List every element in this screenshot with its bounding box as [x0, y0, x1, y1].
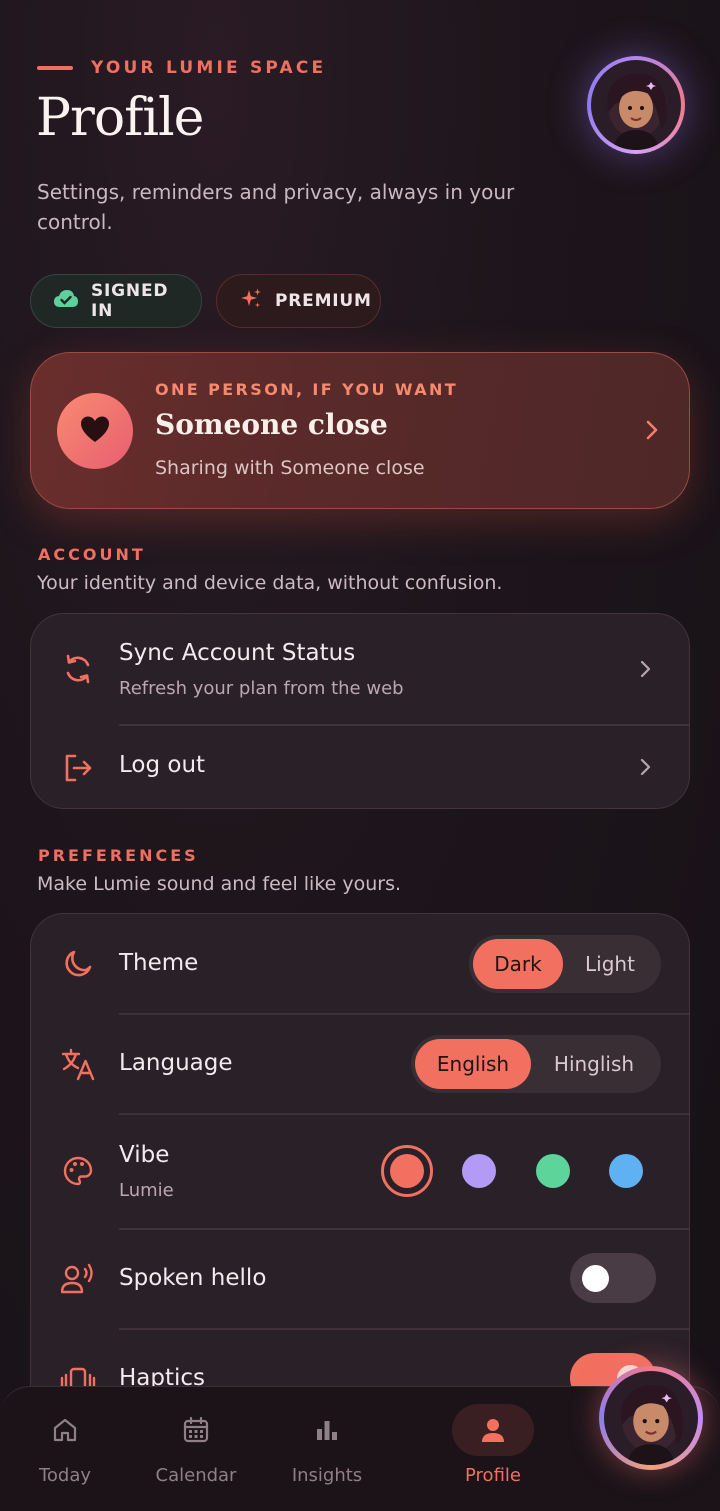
logout-icon — [59, 749, 97, 787]
signed-in-badge: SIGNED IN — [30, 274, 202, 328]
preferences-section-description: Make Lumie sound and feel like yours. — [37, 873, 402, 895]
preferences-card: Theme Dark Light Language English Hingli… — [30, 913, 690, 1433]
theme-label: Theme — [119, 950, 199, 976]
sync-account-row[interactable]: Sync Account Status Refresh your plan fr… — [31, 614, 689, 724]
tab-calendar[interactable]: Calendar — [146, 1387, 246, 1511]
logout-label: Log out — [119, 752, 206, 778]
preferences-section-label: PREFERENCES — [38, 846, 199, 865]
avatar-illustration — [604, 1371, 698, 1465]
chevron-right-icon — [645, 419, 659, 445]
status-badges: SIGNED IN PREMIUM — [30, 274, 381, 328]
heart-avatar — [57, 393, 133, 469]
bar-chart-icon — [312, 1415, 342, 1445]
theme-option-light[interactable]: Light — [563, 939, 657, 989]
toggle-knob — [582, 1265, 609, 1292]
spoken-hello-label: Spoken hello — [119, 1265, 267, 1291]
person-icon — [478, 1415, 508, 1445]
sync-account-label: Sync Account Status — [119, 640, 356, 666]
vibe-value: Lumie — [119, 1180, 174, 1201]
theme-option-dark[interactable]: Dark — [473, 939, 563, 989]
heart-icon — [80, 415, 110, 447]
palette-icon — [59, 1152, 97, 1190]
logout-row[interactable]: Log out — [31, 725, 689, 808]
sync-icon — [59, 650, 97, 688]
vibe-swatch-lavender[interactable] — [462, 1154, 496, 1188]
app-screen: YOUR LUMIE SPACE Profile Settings, remin… — [0, 0, 720, 1511]
someone-close-card[interactable]: ONE PERSON, IF YOU WANT Someone close Sh… — [30, 352, 690, 509]
eyebrow-dash — [37, 66, 73, 70]
vibe-swatch-coral[interactable] — [381, 1145, 433, 1197]
sync-account-sub: Refresh your plan from the web — [119, 678, 404, 699]
spoken-hello-toggle[interactable] — [570, 1253, 656, 1303]
page-title: Profile — [36, 88, 204, 148]
tab-profile[interactable]: Profile — [451, 1387, 535, 1511]
theme-row: Theme Dark Light — [31, 914, 689, 1014]
avatar-illustration — [591, 60, 681, 150]
someone-close-eyebrow: ONE PERSON, IF YOU WANT — [155, 380, 459, 399]
signed-in-label: SIGNED IN — [91, 281, 169, 321]
chevron-right-icon — [639, 660, 651, 682]
page-subtitle: Settings, reminders and privacy, always … — [37, 180, 515, 234]
tab-label: Today — [38, 1465, 92, 1486]
language-option-english[interactable]: English — [415, 1039, 531, 1089]
tab-insights[interactable]: Insights — [280, 1387, 374, 1511]
theme-toggle: Dark Light — [469, 935, 661, 993]
account-section-label: ACCOUNT — [38, 545, 146, 564]
someone-close-subtitle: Sharing with Someone close — [155, 457, 425, 479]
account-card: Sync Account Status Refresh your plan fr… — [30, 613, 690, 809]
sparkles-icon — [239, 287, 263, 316]
language-toggle: English Hinglish — [411, 1035, 661, 1093]
speaking-person-icon — [59, 1260, 97, 1298]
moon-icon — [59, 945, 97, 983]
calendar-icon — [181, 1415, 211, 1445]
vibe-label: Vibe — [119, 1142, 170, 1168]
language-label: Language — [119, 1050, 233, 1076]
tab-today[interactable]: Today — [20, 1387, 110, 1511]
premium-badge[interactable]: PREMIUM — [216, 274, 381, 328]
cloud-check-icon — [53, 289, 79, 314]
tab-label: Profile — [465, 1465, 521, 1486]
page-eyebrow: YOUR LUMIE SPACE — [37, 58, 326, 78]
translate-icon — [59, 1045, 97, 1083]
assistant-avatar-button[interactable] — [599, 1366, 703, 1470]
eyebrow-text: YOUR LUMIE SPACE — [91, 58, 327, 78]
language-row: Language English Hinglish — [31, 1014, 689, 1114]
vibe-swatch-mint[interactable] — [536, 1154, 570, 1188]
chevron-right-icon — [639, 758, 651, 780]
vibe-row: Vibe Lumie — [31, 1114, 689, 1228]
profile-avatar[interactable] — [587, 56, 685, 154]
vibe-swatch-blue[interactable] — [609, 1154, 643, 1188]
spoken-hello-row: Spoken hello — [31, 1229, 689, 1329]
account-section-description: Your identity and device data, without c… — [37, 572, 503, 594]
home-icon — [50, 1415, 80, 1445]
tab-label: Calendar — [155, 1465, 237, 1486]
language-option-hinglish[interactable]: Hinglish — [531, 1039, 657, 1089]
premium-label: PREMIUM — [275, 291, 372, 311]
someone-close-title: Someone close — [155, 408, 388, 441]
tab-label: Insights — [291, 1465, 363, 1486]
